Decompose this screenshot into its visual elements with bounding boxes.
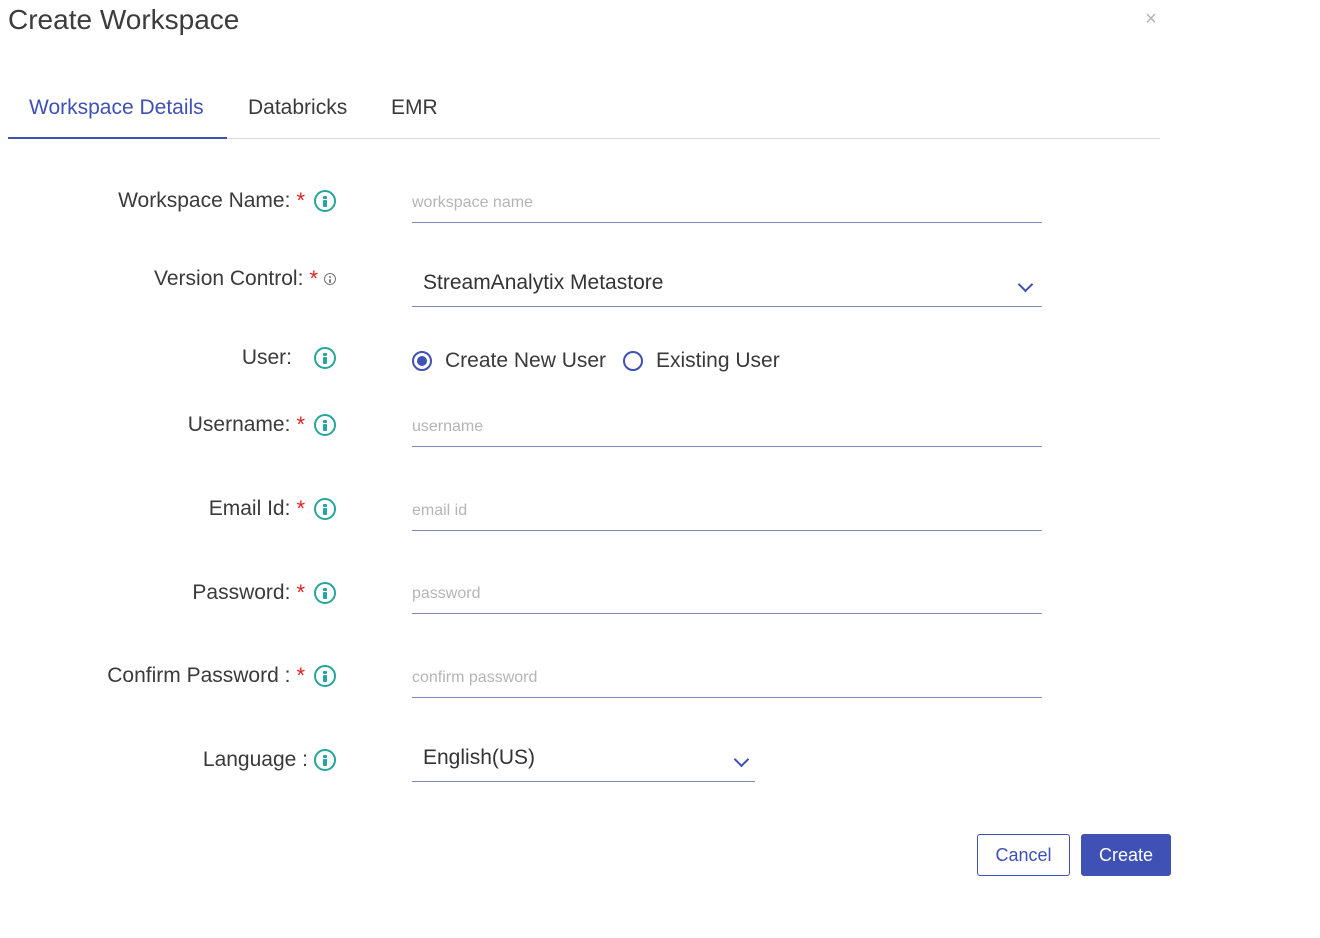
dialog-title: Create Workspace	[8, 4, 240, 35]
username-label: Username: *	[188, 410, 336, 440]
confirm-password-input[interactable]	[412, 658, 1042, 698]
tab-emr[interactable]: EMR	[391, 96, 438, 124]
language-select[interactable]: English(US)	[412, 738, 755, 782]
workspace-name-label: Workspace Name: *	[118, 186, 336, 216]
version-control-label-text: Version Control:	[154, 267, 304, 290]
language-label-text: Language :	[202, 748, 308, 771]
required-marker: *	[309, 266, 318, 291]
radio-create-new-user[interactable]: Create New User	[412, 346, 606, 376]
language-label: Language :	[203, 745, 336, 775]
info-icon[interactable]	[314, 190, 336, 212]
info-icon[interactable]	[314, 347, 336, 369]
required-marker: *	[296, 496, 305, 521]
info-icon[interactable]	[324, 273, 336, 285]
password-label: Password: *	[192, 578, 336, 608]
workspace-name-label-text: Workspace Name:	[118, 189, 291, 212]
user-label-text: User:	[241, 346, 292, 369]
active-tab-indicator	[8, 137, 227, 139]
username-input[interactable]	[412, 407, 1042, 447]
language-value: English(US)	[423, 746, 536, 769]
workspace-name-input[interactable]	[412, 183, 1042, 223]
required-marker: *	[296, 580, 305, 605]
create-button[interactable]: Create	[1081, 834, 1171, 876]
info-icon[interactable]	[314, 582, 336, 604]
radio-unchecked-icon[interactable]	[623, 351, 643, 371]
chevron-down-icon	[733, 751, 750, 768]
radio-checked-icon[interactable]	[412, 351, 432, 371]
required-marker: *	[296, 412, 305, 437]
confirm-password-label: Confirm Password : *	[107, 661, 336, 691]
version-control-label: Version Control: *	[154, 264, 336, 294]
close-icon[interactable]: ×	[1142, 8, 1160, 30]
info-icon[interactable]	[314, 498, 336, 520]
radio-existing-user[interactable]: Existing User	[623, 346, 780, 376]
required-marker: *	[296, 663, 305, 688]
tab-workspace-details[interactable]: Workspace Details	[29, 96, 204, 124]
version-control-value: StreamAnalytix Metastore	[423, 271, 664, 294]
tab-databricks[interactable]: Databricks	[248, 96, 347, 124]
info-icon[interactable]	[314, 665, 336, 687]
confirm-password-label-text: Confirm Password :	[107, 664, 291, 687]
radio-create-new-user-label: Create New User	[445, 349, 607, 372]
username-label-text: Username:	[187, 413, 291, 436]
email-label-text: Email Id:	[208, 497, 291, 520]
cancel-button[interactable]: Cancel	[977, 834, 1070, 876]
info-icon[interactable]	[314, 414, 336, 436]
radio-existing-user-label: Existing User	[656, 349, 780, 372]
info-icon[interactable]	[314, 749, 336, 771]
version-control-select[interactable]: StreamAnalytix Metastore	[412, 263, 1042, 307]
email-input[interactable]	[412, 491, 1042, 531]
user-label: User:	[242, 343, 336, 373]
password-input[interactable]	[412, 574, 1042, 614]
email-label: Email Id: *	[209, 494, 336, 524]
required-marker: *	[296, 188, 305, 213]
chevron-down-icon	[1017, 276, 1034, 293]
password-label-text: Password:	[192, 581, 291, 604]
